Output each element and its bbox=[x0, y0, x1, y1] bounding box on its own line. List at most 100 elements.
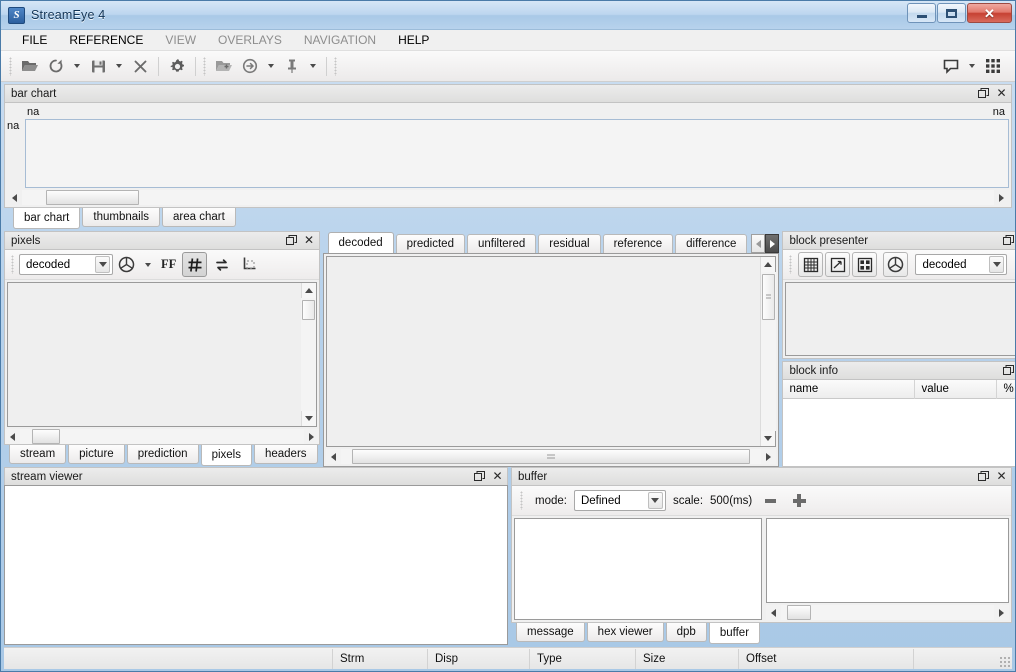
menu-item-reference[interactable]: REFERENCE bbox=[58, 31, 154, 49]
grid-hash-button[interactable] bbox=[182, 252, 208, 277]
close-button[interactable]: ✕ bbox=[967, 3, 1012, 23]
open-folder-button[interactable] bbox=[17, 54, 43, 79]
tab-headers[interactable]: headers bbox=[253, 445, 318, 464]
pixels-ff-label[interactable]: FF bbox=[161, 257, 176, 272]
reload-dropdown-caret[interactable] bbox=[74, 64, 80, 68]
scroll-down-button[interactable] bbox=[761, 431, 776, 446]
colorwheel-dropdown-caret[interactable] bbox=[145, 262, 151, 267]
buffer-list-content[interactable] bbox=[766, 518, 1009, 603]
scroll-track[interactable] bbox=[22, 190, 994, 205]
menu-item-help[interactable]: HELP bbox=[387, 31, 440, 49]
add-folder-button[interactable] bbox=[211, 54, 237, 79]
pixels-mode-select[interactable]: decoded bbox=[19, 254, 113, 275]
chevron-down-icon[interactable] bbox=[647, 492, 663, 509]
swap-button[interactable] bbox=[209, 252, 234, 277]
block-colorwheel-button[interactable] bbox=[883, 252, 909, 277]
colorwheel-button[interactable] bbox=[114, 252, 139, 277]
tab-scroll-left-button[interactable] bbox=[751, 234, 766, 253]
save-dropdown-caret[interactable] bbox=[116, 64, 122, 68]
buffer-float-button[interactable] bbox=[978, 471, 989, 482]
tab-residual[interactable]: residual bbox=[538, 234, 601, 253]
chevron-down-icon[interactable] bbox=[989, 256, 1005, 273]
tab-reference[interactable]: reference bbox=[602, 234, 674, 253]
bar-chart-float-button[interactable] bbox=[978, 88, 989, 99]
chevron-down-icon[interactable] bbox=[95, 256, 110, 273]
apps-grid-button[interactable] bbox=[980, 54, 1006, 79]
stream-viewer-float-button[interactable] bbox=[474, 471, 485, 482]
stream-viewer-content-area[interactable] bbox=[4, 485, 508, 645]
grid-view-button[interactable] bbox=[798, 252, 824, 277]
tab-picture[interactable]: picture bbox=[68, 445, 125, 464]
block-info-col-percent[interactable]: % bbox=[997, 380, 1015, 399]
settings-button[interactable] bbox=[164, 54, 190, 79]
stream-viewer-close-button[interactable]: ✕ bbox=[492, 470, 503, 482]
scroll-up-button[interactable] bbox=[301, 283, 316, 298]
scroll-left-button[interactable] bbox=[7, 190, 22, 205]
buffer-scale-increase-button[interactable] bbox=[788, 490, 810, 512]
tab-decoded[interactable]: decoded bbox=[327, 232, 394, 253]
tab-unfiltered[interactable]: unfiltered bbox=[466, 234, 537, 253]
pin-button[interactable] bbox=[279, 54, 305, 79]
buffer-scale-decrease-button[interactable] bbox=[759, 490, 781, 512]
scroll-right-button[interactable] bbox=[994, 605, 1009, 620]
menu-item-overlays[interactable]: OVERLAYS bbox=[207, 31, 293, 49]
close-stream-button[interactable] bbox=[127, 54, 153, 79]
tab-stream[interactable]: stream bbox=[9, 445, 67, 464]
tab-prediction[interactable]: prediction bbox=[126, 445, 199, 464]
bar-chart-close-button[interactable]: ✕ bbox=[996, 87, 1007, 99]
tab-pixels[interactable]: pixels bbox=[200, 445, 252, 466]
toolbar-grip[interactable] bbox=[9, 56, 12, 76]
tab-buffer[interactable]: buffer bbox=[708, 623, 761, 644]
block-info-col-name[interactable]: name bbox=[783, 379, 916, 399]
comment-dropdown-caret[interactable] bbox=[969, 64, 975, 68]
tab-area-chart[interactable]: area chart bbox=[162, 208, 236, 227]
block-presenter-float-button[interactable] bbox=[1003, 235, 1015, 246]
block-presenter-mode-select[interactable]: decoded bbox=[915, 254, 1008, 275]
pixels-horizontal-scrollbar[interactable] bbox=[5, 429, 319, 444]
block-info-col-value[interactable]: value bbox=[915, 379, 998, 399]
minimize-button[interactable] bbox=[907, 3, 936, 23]
toolbar-grip-3[interactable] bbox=[334, 56, 337, 76]
buffer-list-horizontal-scrollbar[interactable] bbox=[766, 605, 1009, 620]
scroll-right-button[interactable] bbox=[761, 449, 776, 464]
goto-dropdown-caret[interactable] bbox=[268, 64, 274, 68]
buffer-toolbar-grip[interactable] bbox=[520, 491, 523, 510]
scroll-track[interactable] bbox=[760, 272, 776, 431]
viewer-horizontal-scrollbar[interactable] bbox=[325, 449, 777, 464]
reload-button[interactable] bbox=[43, 54, 69, 79]
viewer-vertical-scrollbar[interactable] bbox=[760, 257, 776, 446]
save-button[interactable] bbox=[85, 54, 111, 79]
tab-message[interactable]: message bbox=[516, 623, 585, 642]
block-presenter-toolbar-grip[interactable] bbox=[789, 255, 793, 274]
menu-item-navigation[interactable]: NAVIGATION bbox=[293, 31, 387, 49]
blocks-view-button[interactable] bbox=[852, 252, 878, 277]
menu-item-file[interactable]: FILE bbox=[11, 31, 58, 49]
bar-chart-horizontal-scrollbar[interactable] bbox=[7, 190, 1009, 205]
block-presenter-content-area[interactable] bbox=[785, 282, 1015, 356]
scroll-track[interactable] bbox=[340, 449, 762, 464]
menu-item-view[interactable]: VIEW bbox=[154, 31, 207, 49]
scroll-left-button[interactable] bbox=[326, 449, 341, 464]
bar-chart-plot-area[interactable] bbox=[25, 119, 1009, 188]
scroll-thumb[interactable] bbox=[302, 300, 316, 320]
tab-hex-viewer[interactable]: hex viewer bbox=[586, 623, 664, 642]
scroll-thumb[interactable] bbox=[761, 274, 775, 320]
buffer-mode-select[interactable]: Defined bbox=[573, 490, 666, 511]
scroll-track[interactable] bbox=[781, 605, 994, 620]
crop-button[interactable] bbox=[236, 252, 261, 277]
pixels-toolbar-grip[interactable] bbox=[11, 255, 14, 274]
buffer-graph-area[interactable] bbox=[514, 518, 762, 620]
pixels-float-button[interactable] bbox=[285, 235, 297, 246]
scroll-down-button[interactable] bbox=[301, 411, 316, 426]
scroll-thumb[interactable] bbox=[32, 429, 60, 444]
scroll-left-button[interactable] bbox=[766, 605, 781, 620]
scroll-up-button[interactable] bbox=[761, 257, 776, 272]
comment-button[interactable] bbox=[938, 54, 964, 79]
scroll-track[interactable] bbox=[301, 298, 317, 411]
viewer-content-area[interactable] bbox=[325, 256, 777, 447]
pixels-close-button[interactable]: ✕ bbox=[304, 234, 315, 246]
tab-scroll-right-button[interactable] bbox=[765, 234, 780, 253]
goto-button[interactable] bbox=[237, 54, 263, 79]
tab-bar-chart[interactable]: bar chart bbox=[13, 208, 81, 229]
toolbar-grip-2[interactable] bbox=[203, 56, 206, 76]
